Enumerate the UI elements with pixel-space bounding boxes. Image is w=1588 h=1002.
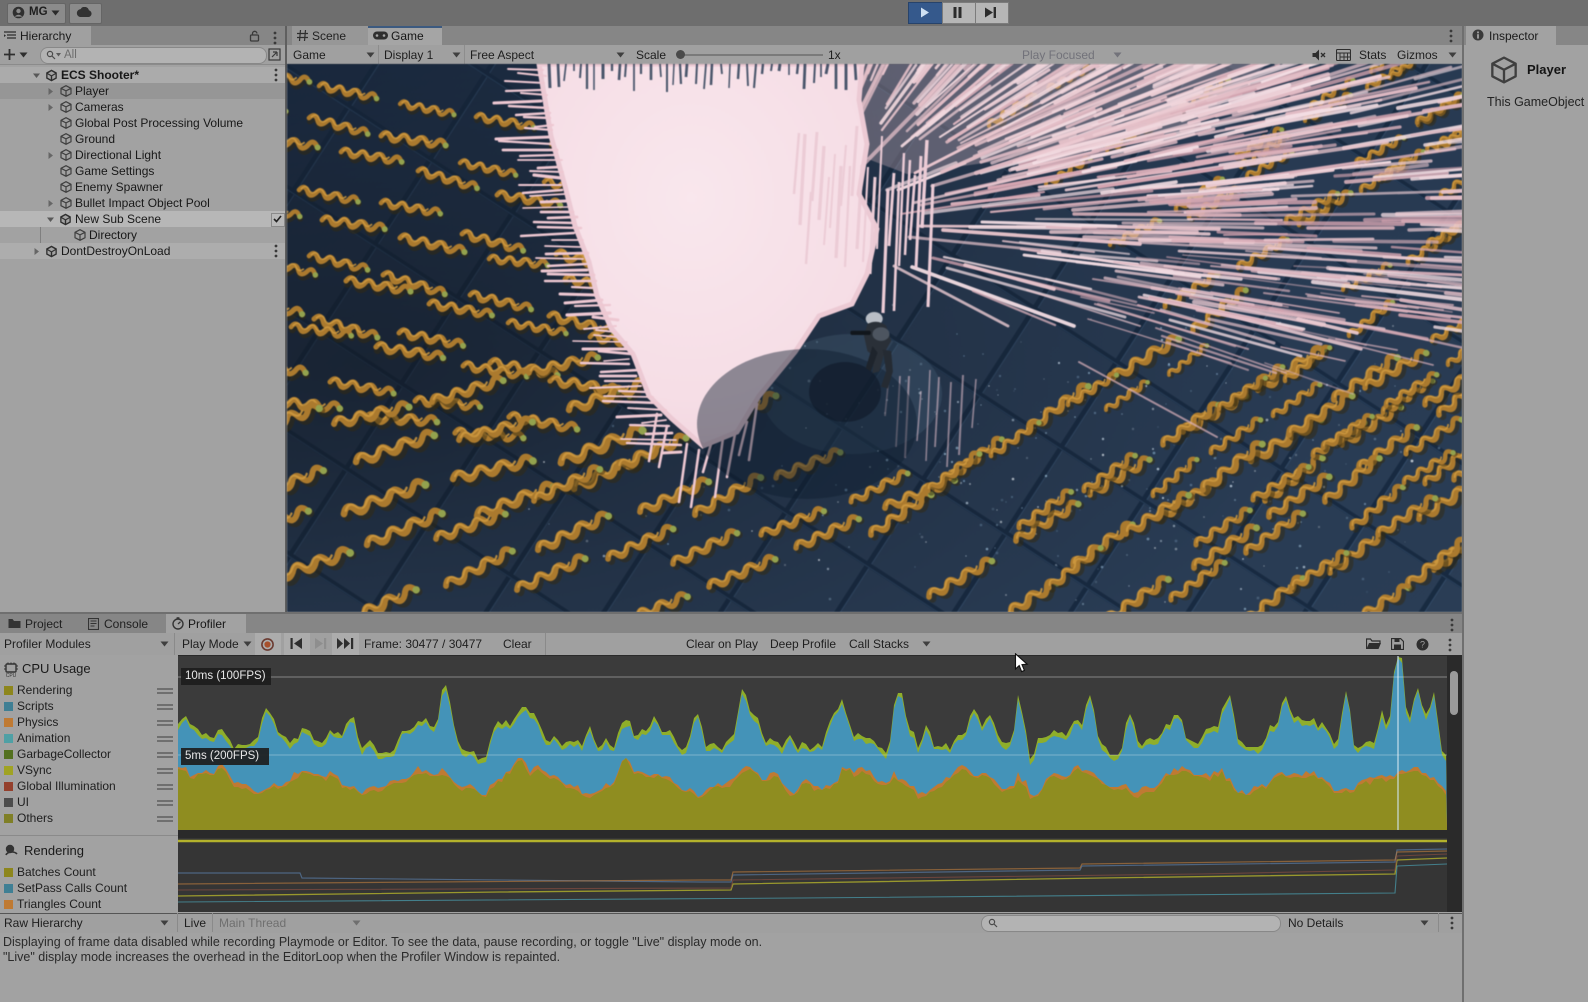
svg-text:CPU: CPU	[6, 673, 17, 677]
svg-text:?: ?	[1420, 640, 1425, 650]
